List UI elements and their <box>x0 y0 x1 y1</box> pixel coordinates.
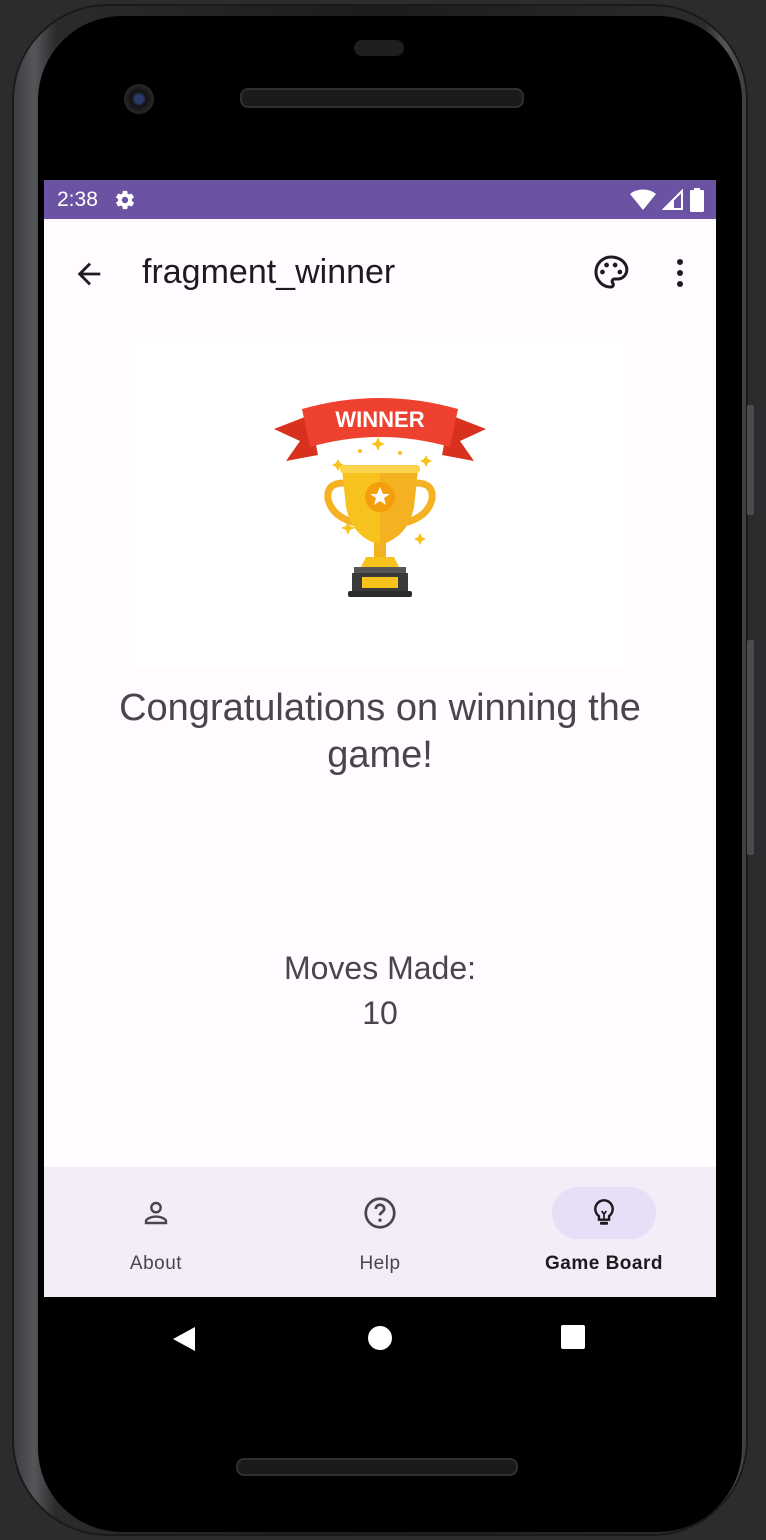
page-title: fragment_winner <box>142 253 396 291</box>
top-app-bar: fragment_winner <box>44 219 716 327</box>
nav-label-help: Help <box>359 1253 401 1274</box>
recents-square-icon[interactable] <box>561 1325 585 1349</box>
moves-made-value: 10 <box>362 995 398 1031</box>
status-time: 2:38 <box>57 187 98 211</box>
nav-item-about[interactable]: About <box>44 1167 268 1297</box>
nav-label-game-board: Game Board <box>545 1253 663 1274</box>
help-circle-icon <box>364 1197 396 1229</box>
winner-banner-text: WINNER <box>335 407 424 432</box>
status-icons <box>630 188 704 212</box>
lightbulb-icon <box>594 1199 614 1225</box>
bottom-navigation-bar: About Help Game Board <box>44 1167 716 1297</box>
person-icon <box>144 1201 168 1225</box>
earpiece <box>354 40 404 56</box>
system-navigation-bar <box>44 1297 716 1377</box>
nav-item-help[interactable]: Help <box>268 1167 492 1297</box>
nav-label-about: About <box>129 1253 183 1274</box>
home-circle-icon[interactable] <box>367 1325 393 1351</box>
nav-icon-container <box>328 1187 432 1239</box>
back-triangle-icon[interactable] <box>170 1325 198 1353</box>
power-button <box>747 405 754 515</box>
wifi-icon <box>630 189 656 210</box>
congrats-message: Congratulations on winning the game! <box>119 687 641 776</box>
front-camera <box>124 84 154 114</box>
status-bar: 2:38 <box>44 180 716 219</box>
palette-icon[interactable] <box>592 253 630 291</box>
battery-icon <box>690 188 704 212</box>
cell-signal-icon <box>662 189 683 210</box>
back-arrow-icon[interactable] <box>72 257 106 291</box>
trophy-illustration: WINNER <box>274 398 486 597</box>
bottom-speaker-grille <box>236 1458 518 1476</box>
moves-made-label: Moves Made: <box>283 950 477 986</box>
more-vert-icon[interactable] <box>668 255 692 291</box>
nav-active-indicator <box>552 1187 656 1239</box>
device-screen: 2:38 fragment_winner WINNER Congratulati… <box>44 180 716 1297</box>
settings-gear-icon <box>115 190 134 209</box>
nav-icon-container <box>104 1187 208 1239</box>
winner-trophy-image: WINNER <box>130 337 630 667</box>
nav-item-game-board[interactable]: Game Board <box>492 1167 716 1297</box>
top-speaker-grille <box>240 88 524 108</box>
volume-button <box>747 640 754 855</box>
